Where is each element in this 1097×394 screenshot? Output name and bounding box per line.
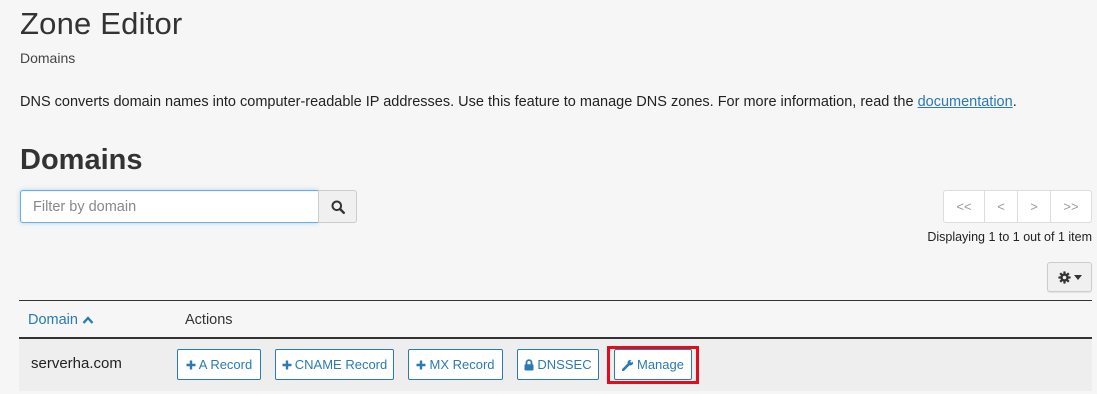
a-record-label: A Record bbox=[198, 357, 253, 372]
add-a-record-button[interactable]: A Record bbox=[177, 349, 261, 380]
domain-column-label: Domain bbox=[28, 312, 78, 328]
pagination-status: Displaying 1 to 1 out of 1 item bbox=[927, 230, 1092, 244]
prev-page-button[interactable]: < bbox=[984, 190, 1018, 223]
description-suffix: . bbox=[1012, 94, 1017, 110]
settings-dropdown-button[interactable] bbox=[1047, 262, 1092, 292]
search-icon bbox=[331, 200, 345, 214]
mx-record-label: MX Record bbox=[429, 357, 495, 372]
domain-cell: serverha.com bbox=[31, 355, 122, 372]
plus-icon bbox=[416, 360, 426, 370]
section-title: Domains bbox=[20, 144, 143, 176]
sort-ascending-icon bbox=[82, 316, 94, 324]
filter-domain-input[interactable] bbox=[20, 190, 318, 223]
search-button[interactable] bbox=[318, 190, 357, 223]
breadcrumb: Domains bbox=[20, 50, 76, 66]
domain-column-header[interactable]: Domain bbox=[28, 312, 94, 328]
manage-label: Manage bbox=[637, 357, 684, 372]
documentation-link[interactable]: documentation bbox=[918, 94, 1013, 110]
table-row: serverha.com A Record CNAME Record MX Re… bbox=[19, 339, 1092, 391]
last-page-button[interactable]: >> bbox=[1050, 190, 1092, 223]
next-page-button[interactable]: > bbox=[1017, 190, 1051, 223]
dnssec-button[interactable]: DNSSEC bbox=[517, 349, 599, 380]
lock-icon bbox=[524, 358, 534, 371]
page-description: DNS converts domain names into computer-… bbox=[20, 94, 1017, 110]
first-page-button[interactable]: << bbox=[943, 190, 985, 223]
pagination: << < > >> bbox=[943, 190, 1092, 223]
cname-record-label: CNAME Record bbox=[294, 357, 388, 372]
gear-icon bbox=[1057, 270, 1071, 284]
plus-icon bbox=[282, 360, 292, 370]
caret-down-icon bbox=[1073, 274, 1082, 280]
add-cname-record-button[interactable]: CNAME Record bbox=[275, 349, 394, 380]
add-mx-record-button[interactable]: MX Record bbox=[408, 349, 503, 380]
domains-table: Domain Actions serverha.com A Record CNA… bbox=[19, 300, 1092, 391]
dnssec-label: DNSSEC bbox=[537, 357, 592, 372]
description-text: DNS converts domain names into computer-… bbox=[20, 94, 918, 110]
wrench-icon bbox=[622, 359, 634, 371]
page-title: Zone Editor bbox=[20, 6, 183, 41]
search-group bbox=[20, 190, 357, 223]
manage-button[interactable]: Manage bbox=[614, 349, 692, 380]
plus-icon bbox=[186, 360, 196, 370]
table-header: Domain Actions bbox=[19, 300, 1092, 339]
actions-column-header: Actions bbox=[185, 312, 233, 328]
